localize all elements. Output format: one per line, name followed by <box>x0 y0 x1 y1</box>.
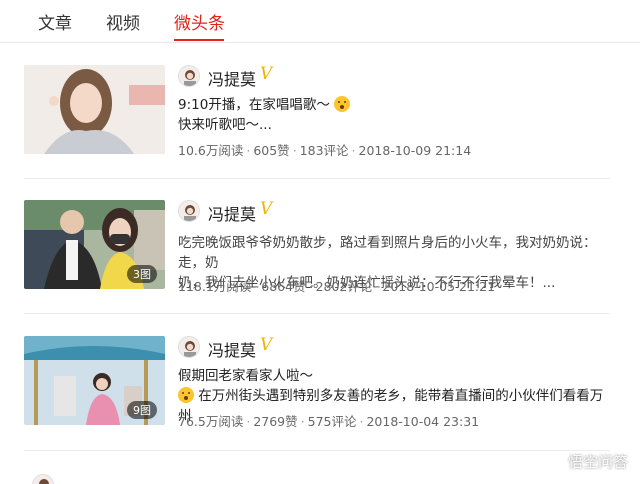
feed-item-partial[interactable] <box>24 474 610 484</box>
tab-articles[interactable]: 文章 <box>38 9 72 34</box>
divider <box>24 178 610 179</box>
author-name[interactable]: 冯提莫 <box>208 201 256 225</box>
like-count: 6864赞 <box>261 279 306 294</box>
verified-icon: V <box>260 335 273 355</box>
post-time: 2018-10-04 23:31 <box>366 414 480 429</box>
author-name[interactable]: 冯提莫 <box>208 66 256 90</box>
post-text[interactable]: 9:10开播，在家唱唱歌～ 快来听歌吧～... <box>178 95 610 135</box>
post-text-line: 吃完晚饭跟爷爷奶奶散步，路过看到照片身后的小火车，我对奶奶说：走，奶 <box>178 235 597 271</box>
post-text-line: 假期回老家看家人啦～ <box>178 368 313 384</box>
watermark: 悟空问答 <box>545 451 628 472</box>
portrait-photo <box>24 65 165 154</box>
meta-separator: · <box>300 414 305 429</box>
post-time: 2018-10-09 21:14 <box>358 143 472 158</box>
meta-separator: · <box>254 279 259 294</box>
read-count: 118.1万阅读 <box>178 279 252 294</box>
meta-separator: · <box>359 414 364 429</box>
tab-bar: 文章 视频 微头条 <box>0 0 640 43</box>
verified-icon: V <box>260 64 273 84</box>
tab-micro-posts[interactable]: 微头条 <box>174 9 225 34</box>
post-thumbnail[interactable]: 9图 <box>24 336 165 425</box>
tab-videos[interactable]: 视频 <box>106 9 140 34</box>
read-count: 10.6万阅读 <box>178 143 244 158</box>
avatar[interactable] <box>178 336 200 358</box>
wukong-logo-icon <box>545 453 564 471</box>
verified-icon: V <box>260 199 273 219</box>
avatar[interactable] <box>32 474 54 484</box>
watermark-text: 悟空问答 <box>567 453 628 471</box>
post-time: 2018-10-05 21:21 <box>382 279 496 294</box>
comment-count[interactable]: 183评论 <box>300 143 349 158</box>
feed-item[interactable]: 冯提莫 V 9:10开播，在家唱唱歌～ 快来听歌吧～... 10.6万阅读 · 60… <box>24 64 610 159</box>
meta-separator: · <box>246 414 251 429</box>
image-count-badge: 3图 <box>127 265 157 283</box>
surprised-emoji-icon <box>178 387 194 403</box>
divider <box>24 313 610 314</box>
active-tab-indicator <box>174 39 224 41</box>
like-count: 605赞 <box>253 143 290 158</box>
comment-count[interactable]: 575评论 <box>308 414 357 429</box>
avatar[interactable] <box>178 65 200 87</box>
author-name[interactable]: 冯提莫 <box>208 337 256 361</box>
image-count-badge: 9图 <box>127 401 157 419</box>
post-meta: 10.6万阅读 · 605赞 · 183评论 · 2018-10-09 21:14 <box>178 140 471 159</box>
feed-item[interactable]: 3图 冯提莫 V 吃完晚饭跟爷爷奶奶散步，路过看到照片身后的小火车，我对奶奶说：… <box>24 199 610 295</box>
like-count: 2769赞 <box>253 414 298 429</box>
meta-separator: · <box>375 279 380 294</box>
read-count: 76.5万阅读 <box>178 414 244 429</box>
comment-count[interactable]: 2802评论 <box>316 279 373 294</box>
meta-separator: · <box>292 143 297 158</box>
avatar[interactable] <box>178 200 200 222</box>
meta-separator: · <box>351 143 356 158</box>
divider <box>24 450 610 451</box>
post-thumbnail[interactable] <box>24 65 165 154</box>
surprised-emoji-icon <box>334 96 351 112</box>
post-thumbnail[interactable]: 3图 <box>24 200 165 289</box>
post-text-line: 快来听歌吧～... <box>178 117 272 133</box>
meta-separator: · <box>246 143 251 158</box>
post-text-line: 9:10开播，在家唱唱歌～ <box>178 97 330 113</box>
meta-separator: · <box>308 279 313 294</box>
post-meta: 118.1万阅读 · 6864赞 · 2802评论 · 2018-10-05 21:21 <box>178 276 495 295</box>
feed-item[interactable]: 9图 冯提莫 V 假期回老家看家人啦～ 在万州街头遇到特别多友善的老乡，能带着直… <box>24 335 610 430</box>
post-meta: 76.5万阅读 · 2769赞 · 575评论 · 2018-10-04 23:31 <box>178 411 479 430</box>
